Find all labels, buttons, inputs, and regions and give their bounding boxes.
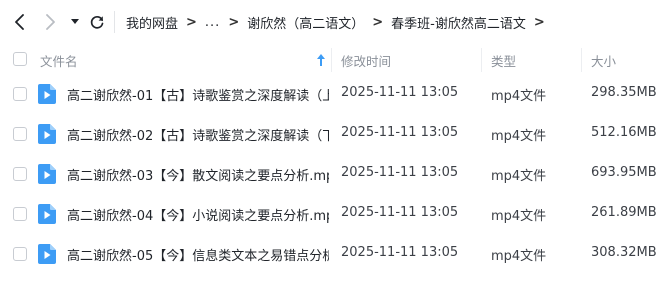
file-name[interactable]: 高二谢欣然-02【古】诗歌鉴赏之深度解读（下... xyxy=(67,125,329,144)
toolbar-divider xyxy=(114,11,115,33)
file-row[interactable]: 高二谢欣然-04【今】小说阅读之要点分析.mp4 2025-11-11 13:0… xyxy=(0,194,664,234)
row-checkbox[interactable] xyxy=(13,167,27,181)
file-name[interactable]: 高二谢欣然-04【今】小说阅读之要点分析.mp4 xyxy=(67,205,329,224)
history-dropdown-button[interactable] xyxy=(68,14,82,30)
file-modified-time: 2025-11-11 13:05 xyxy=(341,245,459,260)
breadcrumb-item-parent-folder[interactable]: 谢欣然（高二语文） xyxy=(247,13,364,32)
breadcrumb-separator: > xyxy=(533,14,545,30)
video-file-icon xyxy=(38,124,56,144)
breadcrumb-separator: > xyxy=(186,14,197,30)
chevron-right-icon xyxy=(46,14,55,30)
file-row[interactable]: 高二谢欣然-03【今】散文阅读之要点分析.mp4 2025-11-11 13:0… xyxy=(0,154,664,194)
column-header-size[interactable]: 大小 xyxy=(591,51,616,70)
breadcrumb-separator: > xyxy=(228,14,240,30)
column-header-name[interactable]: 文件名 xyxy=(40,51,78,70)
breadcrumb: 我的网盘 > ... > 谢欣然（高二语文） > 春季班-谢欣然高二语文 > xyxy=(126,13,553,32)
forward-button[interactable] xyxy=(40,12,60,32)
breadcrumb-item-root[interactable]: 我的网盘 xyxy=(126,13,178,32)
file-row[interactable]: 高二谢欣然-01【古】诗歌鉴赏之深度解读（上... 2025-11-11 13:… xyxy=(0,74,664,114)
row-checkbox[interactable] xyxy=(13,207,27,221)
video-file-icon xyxy=(38,84,56,104)
row-checkbox[interactable] xyxy=(13,87,27,101)
row-checkbox[interactable] xyxy=(13,247,27,261)
breadcrumb-separator: > xyxy=(372,14,384,30)
file-size: 308.32MB xyxy=(591,245,657,260)
breadcrumb-item-current-folder[interactable]: 春季班-谢欣然高二语文 xyxy=(391,13,526,32)
file-size: 298.35MB xyxy=(591,85,657,100)
back-button[interactable] xyxy=(10,12,30,32)
row-checkbox[interactable] xyxy=(13,127,27,141)
file-name[interactable]: 高二谢欣然-01【古】诗歌鉴赏之深度解读（上... xyxy=(67,85,329,104)
caret-down-icon xyxy=(71,19,79,24)
file-modified-time: 2025-11-11 13:05 xyxy=(341,165,459,180)
column-divider[interactable] xyxy=(481,48,482,72)
video-file-icon xyxy=(38,204,56,224)
video-file-icon xyxy=(38,244,56,264)
file-size: 693.95MB xyxy=(591,165,657,180)
arrow-up-icon[interactable] xyxy=(316,53,326,67)
breadcrumb-item-ellipsis[interactable]: ... xyxy=(205,15,220,30)
chevron-left-icon xyxy=(15,14,24,30)
navigation-bar: 我的网盘 > ... > 谢欣然（高二语文） > 春季班-谢欣然高二语文 > xyxy=(0,0,664,44)
refresh-button[interactable] xyxy=(88,13,106,31)
file-type: mp4文件 xyxy=(491,89,547,104)
file-size: 512.16MB xyxy=(591,125,657,140)
file-size: 261.89MB xyxy=(591,205,657,220)
file-modified-time: 2025-11-11 13:05 xyxy=(341,205,459,220)
column-header-modified[interactable]: 修改时间 xyxy=(341,51,391,70)
file-type: mp4文件 xyxy=(491,249,547,264)
file-row[interactable]: 高二谢欣然-05【今】信息类文本之易错点分析... 2025-11-11 13:… xyxy=(0,234,664,274)
file-name[interactable]: 高二谢欣然-05【今】信息类文本之易错点分析... xyxy=(67,245,329,264)
video-file-icon xyxy=(38,164,56,184)
column-divider[interactable] xyxy=(331,48,332,72)
file-row[interactable]: 高二谢欣然-02【古】诗歌鉴赏之深度解读（下... 2025-11-11 13:… xyxy=(0,114,664,154)
select-all-checkbox[interactable] xyxy=(13,52,27,66)
file-modified-time: 2025-11-11 13:05 xyxy=(341,125,459,140)
file-type: mp4文件 xyxy=(491,129,547,144)
file-type: mp4文件 xyxy=(491,209,547,224)
file-modified-time: 2025-11-11 13:05 xyxy=(341,85,459,100)
file-type: mp4文件 xyxy=(491,169,547,184)
file-name[interactable]: 高二谢欣然-03【今】散文阅读之要点分析.mp4 xyxy=(67,165,329,184)
file-list-header: 文件名 修改时间 类型 大小 xyxy=(0,44,664,74)
refresh-icon xyxy=(90,16,104,29)
column-divider[interactable] xyxy=(581,48,582,72)
column-header-type[interactable]: 类型 xyxy=(491,51,516,70)
